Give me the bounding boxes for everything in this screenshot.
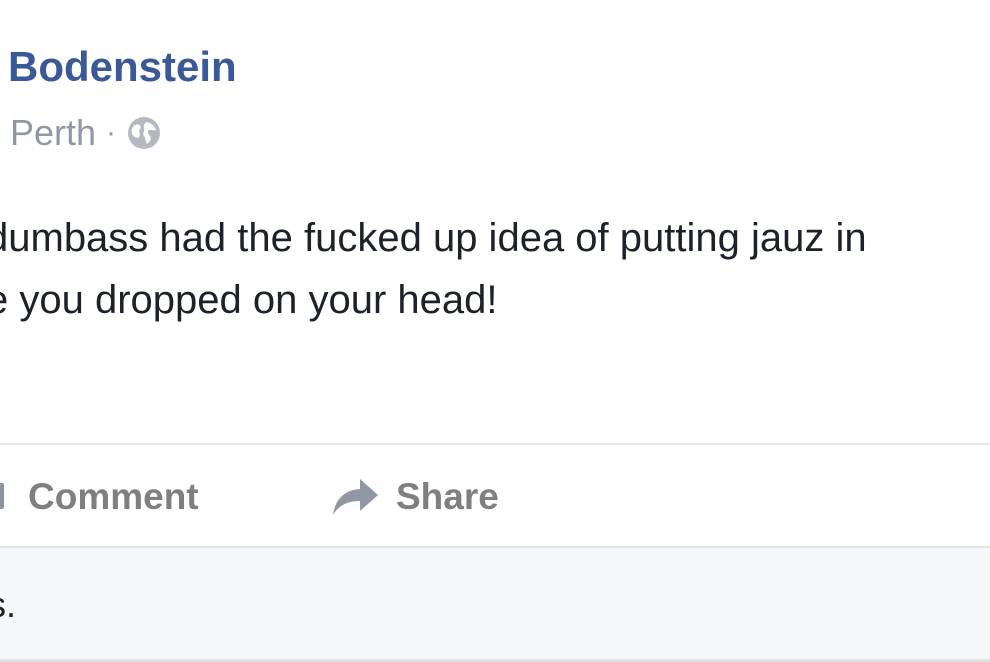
share-button[interactable]: Share: [330, 470, 499, 524]
facebook-post: Bodenstein Perth · dumbass had the fucke…: [0, 0, 990, 662]
post-body: dumbass had the fucked up idea of puttin…: [0, 207, 990, 331]
globe-icon[interactable]: [126, 115, 162, 151]
post-footer: is.: [0, 546, 990, 662]
comment-label: Comment: [28, 476, 199, 517]
author-name-link[interactable]: Bodenstein: [8, 38, 237, 96]
comment-icon: [0, 477, 12, 517]
share-arrow-icon: [330, 475, 380, 519]
footer-text: is.: [0, 584, 16, 625]
post-meta: Perth ·: [10, 108, 162, 158]
share-label: Share: [396, 476, 499, 517]
meta-separator: ·: [106, 116, 117, 149]
location-link[interactable]: Perth: [10, 112, 96, 154]
comment-button[interactable]: Comment: [0, 470, 199, 524]
post-text-line: dumbass had the fucked up idea of puttin…: [0, 216, 867, 260]
actions-divider: [0, 443, 990, 445]
post-text-line: e you dropped on your head!: [0, 278, 498, 322]
